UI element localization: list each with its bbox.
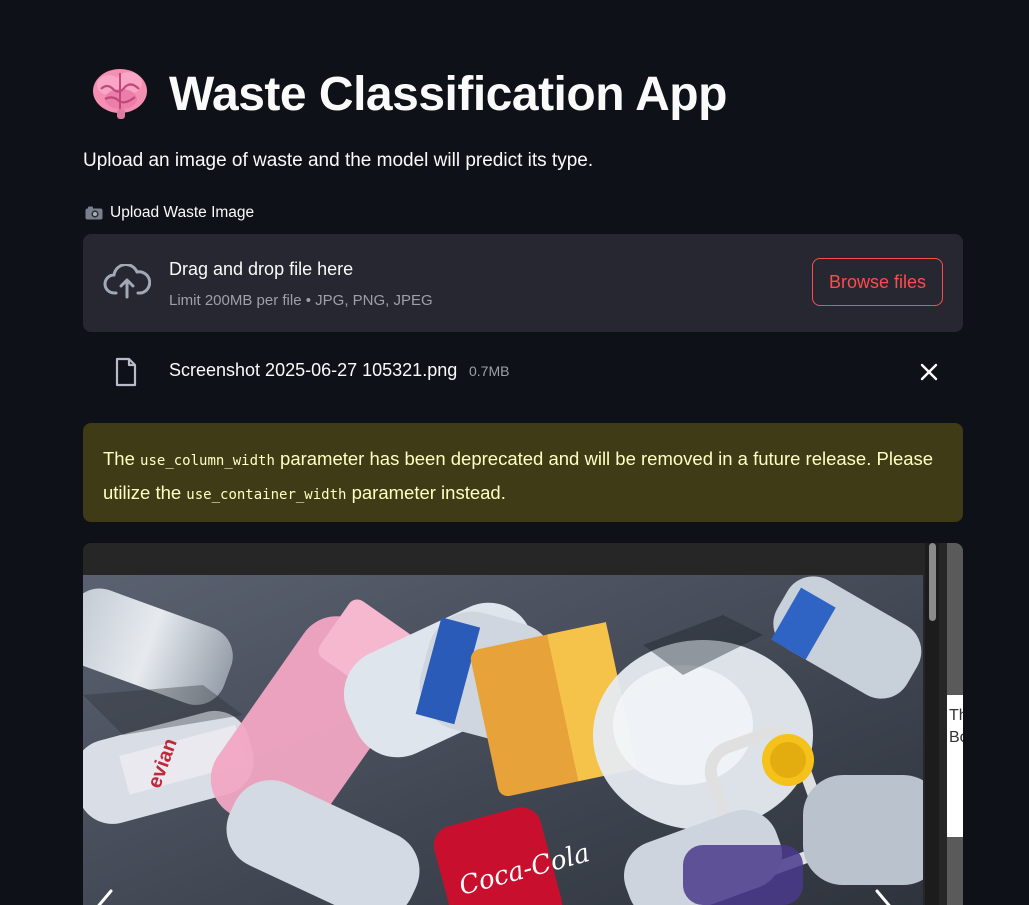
- title-row: Waste Classification App: [91, 62, 727, 126]
- dropzone-title: Drag and drop file here: [169, 259, 354, 279]
- uploaded-file-name: Screenshot 2025-06-27 105321.png: [169, 360, 458, 380]
- app-page: Waste Classification App Upload an image…: [0, 0, 1029, 905]
- deprecation-warning: The use_column_width parameter has been …: [83, 423, 963, 522]
- brain-icon: [93, 69, 147, 119]
- image-frame-topbar: [83, 543, 923, 575]
- image-viewer: evian Coca-Cola T B: [83, 543, 963, 905]
- page-title: Waste Classification App: [169, 67, 727, 121]
- uploaded-file-size: 0.7MB: [469, 363, 510, 379]
- remove-file-icon[interactable]: [917, 360, 941, 384]
- side-card: Th Bo: [947, 695, 963, 837]
- browse-files-button[interactable]: Browse files: [812, 258, 943, 306]
- waste-photo: evian Coca-Cola: [83, 575, 923, 905]
- warning-text-1: The: [103, 448, 141, 469]
- uploaded-file-row: Screenshot 2025-06-27 105321.png 0.7MB: [83, 352, 963, 392]
- camera-icon: [85, 206, 103, 220]
- cloud-upload-icon: [103, 264, 151, 299]
- plastic-bottles-illustration: evian Coca-Cola: [83, 575, 923, 905]
- warning-text-3: parameter instead.: [346, 482, 506, 503]
- image-scrollbar[interactable]: [925, 543, 939, 905]
- warning-code-1: use_column_width: [140, 453, 275, 469]
- file-icon: [115, 357, 137, 387]
- file-dropzone[interactable]: Drag and drop file here Limit 200MB per …: [83, 234, 963, 332]
- warning-code-2: use_container_width: [186, 487, 347, 503]
- page-subtitle: Upload an image of waste and the model w…: [83, 150, 594, 171]
- next-image-arrow[interactable]: [869, 887, 899, 905]
- side-card-text: Th Bo: [949, 707, 963, 746]
- upload-label: Upload Waste Image: [85, 204, 254, 222]
- dropzone-limit: Limit 200MB per file • JPG, PNG, JPEG: [169, 292, 433, 309]
- upload-label-text: Upload Waste Image: [110, 204, 255, 221]
- image-frame: evian Coca-Cola: [83, 543, 923, 905]
- previous-image-arrow[interactable]: [89, 887, 119, 905]
- scrollbar-thumb[interactable]: [929, 543, 936, 621]
